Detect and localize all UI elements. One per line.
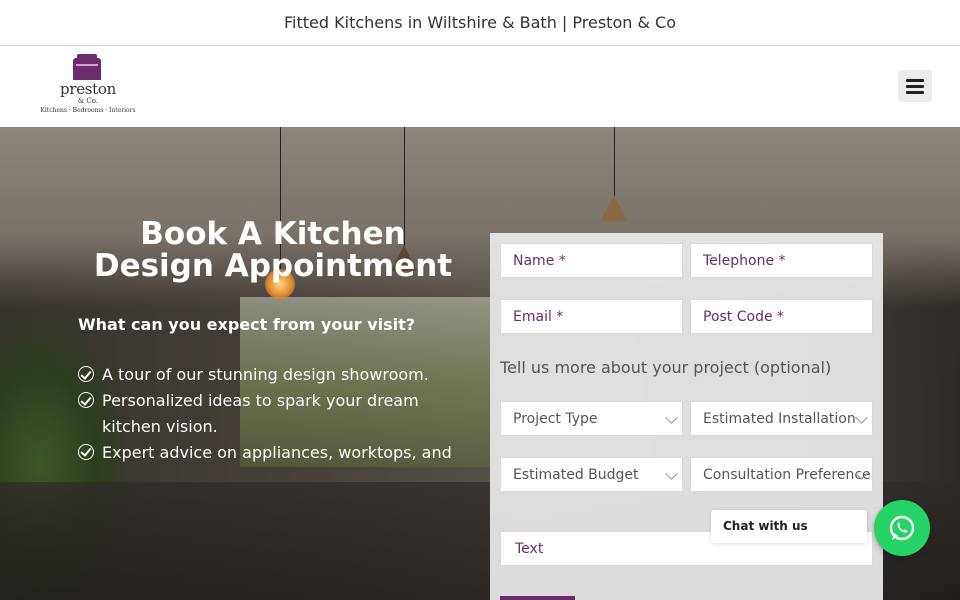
menu-toggle-button[interactable] — [898, 70, 932, 102]
telephone-field[interactable]: Telephone * — [690, 243, 873, 278]
installation-select[interactable]: Estimated Installation — [690, 401, 873, 436]
list-item: A tour of our stunning design showroom. — [78, 362, 478, 388]
postcode-field[interactable]: Post Code * — [690, 299, 873, 334]
logo-co-text: & Co. — [77, 97, 99, 105]
consultation-select[interactable]: Consultation Preference — [690, 457, 873, 492]
chevron-down-icon — [855, 411, 868, 424]
page-title: Fitted Kitchens in Wiltshire & Bath | Pr… — [284, 13, 676, 32]
email-field[interactable]: Email * — [500, 299, 683, 334]
hero-subhead: What can you expect from your visit? — [78, 315, 416, 334]
logo-brand-text: preston — [60, 80, 116, 98]
budget-select[interactable]: Estimated Budget — [500, 457, 683, 492]
chevron-down-icon — [665, 467, 678, 480]
chevron-down-icon — [665, 411, 678, 424]
hero-headline: Book A Kitchen Design Appointment — [93, 216, 453, 284]
logo-tagline: Kitchens · Bedrooms · Interiors — [40, 107, 136, 114]
check-circle-icon — [78, 443, 94, 460]
logo-crest-icon — [73, 54, 101, 80]
check-circle-icon — [78, 366, 94, 382]
whatsapp-icon — [889, 515, 915, 541]
benefit-list: A tour of our stunning design showroom. … — [78, 362, 478, 466]
check-circle-icon — [78, 392, 94, 408]
name-field[interactable]: Name * — [500, 243, 683, 278]
list-item: Expert advice on appliances, worktops, a… — [78, 440, 478, 466]
submit-button[interactable] — [500, 596, 575, 600]
whatsapp-button[interactable] — [874, 500, 930, 556]
site-header: preston & Co. Kitchens · Bedrooms · Inte… — [0, 46, 960, 127]
chat-label[interactable]: Chat with us — [711, 510, 867, 543]
page-title-bar: Fitted Kitchens in Wiltshire & Bath | Pr… — [0, 0, 960, 46]
project-note-label: Tell us more about your project (optiona… — [500, 358, 832, 377]
list-item: Personalized ideas to spark your dream k… — [78, 388, 478, 439]
hamburger-icon — [906, 78, 924, 82]
project-type-select[interactable]: Project Type — [500, 401, 683, 436]
preston-logo[interactable]: preston & Co. Kitchens · Bedrooms · Inte… — [38, 54, 138, 118]
